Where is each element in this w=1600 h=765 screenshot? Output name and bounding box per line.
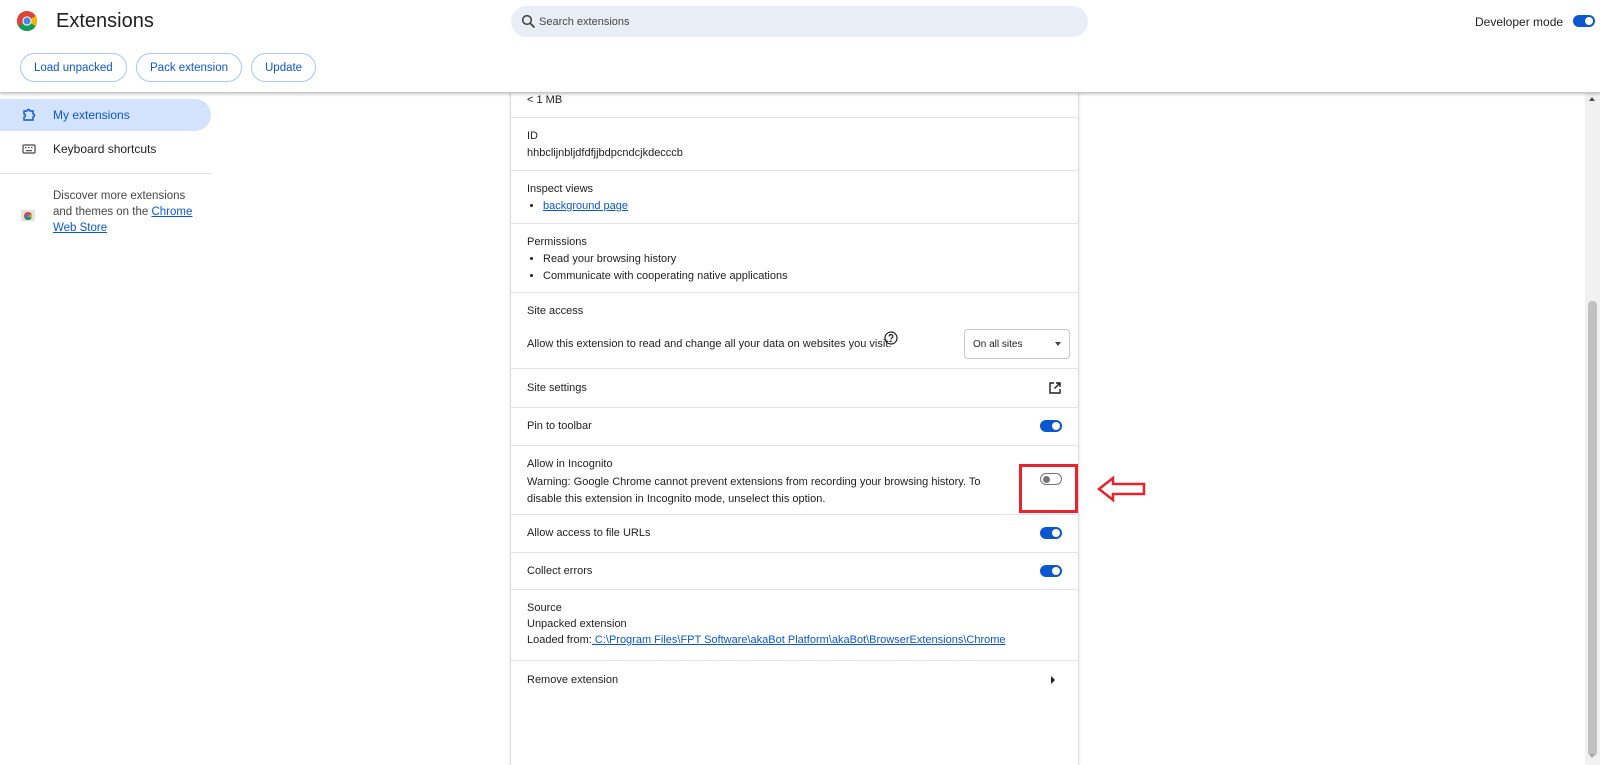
sidebar-divider bbox=[0, 173, 212, 174]
pin-to-toolbar-toggle[interactable] bbox=[1040, 420, 1062, 432]
developer-mode-toggle[interactable] bbox=[1573, 15, 1595, 27]
scrollbar-thumb[interactable] bbox=[1588, 301, 1597, 756]
size-row: < 1 MB bbox=[511, 92, 1078, 118]
site-access-label: Site access bbox=[527, 305, 584, 317]
chrome-web-store-icon bbox=[21, 210, 35, 221]
chrome-logo-icon bbox=[17, 11, 37, 31]
keyboard-icon bbox=[22, 144, 36, 154]
allow-incognito-row: Allow in Incognito Warning: Google Chrom… bbox=[511, 446, 1078, 515]
site-access-text: Allow this extension to read and change … bbox=[527, 338, 892, 350]
collect-errors-toggle[interactable] bbox=[1040, 565, 1062, 577]
remove-extension-label: Remove extension bbox=[527, 674, 619, 686]
scrollbar[interactable] bbox=[1585, 93, 1600, 765]
sidebar: My extensions Keyboard shortcuts Discove… bbox=[0, 93, 215, 765]
permission-item: Communicate with cooperating native appl… bbox=[543, 268, 788, 285]
scroll-up-arrow-icon[interactable] bbox=[1589, 97, 1595, 101]
incognito-warning: Warning: Google Chrome cannot prevent ex… bbox=[527, 476, 981, 505]
site-access-select[interactable]: On all sites bbox=[964, 329, 1070, 359]
site-access-value: On all sites bbox=[973, 339, 1023, 350]
loaded-from: Loaded from: C:\Program Files\FPT Softwa… bbox=[527, 634, 1006, 646]
permissions-row: Permissions Read your browsing history C… bbox=[511, 224, 1078, 293]
pack-extension-button[interactable]: Pack extension bbox=[136, 53, 242, 82]
help-icon[interactable] bbox=[884, 331, 898, 345]
permission-item: Read your browsing history bbox=[543, 251, 788, 268]
id-row: ID hhbclijnbljdfdfjjbdpcndcjkdecccb bbox=[511, 118, 1078, 171]
source-label: Source bbox=[527, 602, 562, 614]
open-in-new-icon[interactable] bbox=[1048, 381, 1062, 395]
sidebar-item-label: Keyboard shortcuts bbox=[53, 142, 157, 156]
search-icon bbox=[521, 14, 536, 29]
update-button[interactable]: Update bbox=[251, 53, 317, 82]
file-urls-row: Allow access to file URLs bbox=[511, 515, 1078, 553]
header-bar: Extensions Developer mode Load unpacked … bbox=[0, 0, 1600, 93]
pin-to-toolbar-label: Pin to toolbar bbox=[527, 420, 592, 432]
allow-incognito-label: Allow in Incognito bbox=[527, 458, 613, 470]
sidebar-item-keyboard-shortcuts[interactable]: Keyboard shortcuts bbox=[0, 133, 211, 165]
dropdown-arrow-icon bbox=[1055, 342, 1061, 346]
file-urls-toggle[interactable] bbox=[1040, 527, 1062, 539]
background-page-link[interactable]: background page bbox=[543, 200, 628, 212]
site-settings-row[interactable]: Site settings bbox=[511, 369, 1078, 408]
collect-errors-label: Collect errors bbox=[527, 565, 593, 577]
developer-mode-label: Developer mode bbox=[1475, 15, 1564, 29]
collect-errors-row: Collect errors bbox=[511, 553, 1078, 590]
source-type: Unpacked extension bbox=[527, 618, 627, 630]
inspect-views-row: Inspect views background page bbox=[511, 171, 1078, 224]
remove-extension-row[interactable]: Remove extension bbox=[511, 661, 1078, 699]
scroll-down-arrow-icon[interactable] bbox=[1589, 754, 1595, 758]
file-urls-label: Allow access to file URLs bbox=[527, 527, 651, 539]
page-title: Extensions bbox=[56, 10, 154, 32]
annotation-arrow-icon bbox=[1097, 476, 1146, 502]
sidebar-item-my-extensions[interactable]: My extensions bbox=[0, 99, 211, 131]
extension-details-card: < 1 MB ID hhbclijnbljdfdfjjbdpcndcjkdecc… bbox=[510, 92, 1079, 765]
site-access-row: Site access Allow this extension to read… bbox=[511, 293, 1078, 369]
permissions-label: Permissions bbox=[527, 236, 587, 248]
sidebar-item-label: My extensions bbox=[53, 108, 130, 122]
id-label: ID bbox=[527, 130, 538, 142]
loaded-from-label: Loaded from: bbox=[527, 634, 592, 646]
source-row: Source Unpacked extension Loaded from: C… bbox=[511, 590, 1078, 661]
annotation-highlight-box bbox=[1019, 464, 1078, 513]
inspect-views-label: Inspect views bbox=[527, 183, 594, 195]
chevron-right-icon bbox=[1051, 676, 1055, 684]
site-settings-label: Site settings bbox=[527, 382, 587, 394]
id-value: hhbclijnbljdfdfjjbdpcndcjkdecccb bbox=[527, 147, 683, 159]
puzzle-icon bbox=[23, 108, 36, 121]
pin-to-toolbar-row: Pin to toolbar bbox=[511, 408, 1078, 446]
loaded-from-path-link[interactable]: C:\Program Files\FPT Software\akaBot Pla… bbox=[592, 634, 1006, 646]
load-unpacked-button[interactable]: Load unpacked bbox=[20, 53, 127, 82]
size-value: < 1 MB bbox=[527, 94, 563, 106]
search-box[interactable] bbox=[511, 6, 1088, 37]
search-input[interactable] bbox=[539, 6, 1059, 37]
discover-text: Discover more extensions and themes on t… bbox=[53, 188, 203, 236]
